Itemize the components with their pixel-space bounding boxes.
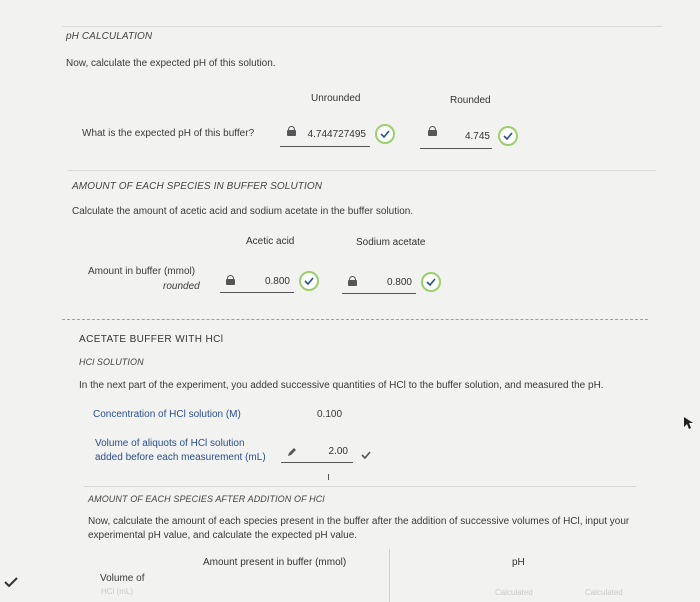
sodium-underline (342, 293, 416, 294)
check-icon (361, 446, 371, 464)
volume-label-2: added before each measurement (mL) (95, 452, 266, 463)
ph-heading: pH CALCULATION (66, 31, 153, 42)
ph-rounded-underline (420, 148, 492, 149)
ph-rounded-input[interactable]: 4.745 (445, 131, 490, 142)
col-ph: pH (512, 557, 525, 568)
lock-icon (428, 126, 437, 136)
ph-question: What is the expected pH of this buffer? (82, 128, 255, 139)
text-cursor (328, 474, 329, 480)
check-circle-icon (375, 124, 395, 144)
hcl-subheading: HCl SOLUTION (79, 357, 144, 367)
amount-row-sublabel: rounded (163, 281, 200, 292)
after-divider (84, 486, 636, 487)
check-circle-icon (421, 272, 441, 292)
pencil-icon[interactable] (287, 444, 297, 462)
after-instruction-2: experimental pH value, and calculate the… (88, 530, 358, 541)
ph-unrounded-underline (280, 146, 370, 147)
volume-label-1: Volume of aliquots of HCl solution (95, 438, 245, 449)
hcl-heading: ACETATE BUFFER WITH HCl (79, 334, 224, 345)
after-instruction-1: Now, calculate the amount of each specie… (88, 516, 630, 527)
check-circle-icon (498, 126, 518, 146)
table-vline (389, 549, 390, 602)
ph-unrounded-input[interactable]: 4.744727495 (300, 129, 366, 140)
col-amount-present: Amount present in buffer (mmol) (203, 557, 347, 568)
volume-row-label: Volume of (100, 573, 145, 584)
amount-row-label: Amount in buffer (mmol) (88, 266, 196, 277)
after-heading: AMOUNT OF EACH SPECIES AFTER ADDITION OF… (88, 494, 325, 504)
acetic-acid-input[interactable]: 0.800 (248, 276, 290, 287)
volume-row-sublabel: HCl (mL) (101, 587, 133, 596)
lock-icon (348, 276, 357, 286)
lock-icon (226, 275, 235, 285)
check-circle-icon (299, 271, 319, 291)
col-rounded: Rounded (450, 95, 491, 106)
ph-divider (68, 170, 656, 171)
lock-icon (287, 126, 296, 136)
check-icon (4, 574, 18, 592)
conc-label: Concentration of HCl solution (M) (93, 409, 241, 420)
calculated-label: Calculated (585, 588, 623, 597)
col-unrounded: Unrounded (311, 93, 361, 104)
conc-value: 0.100 (317, 409, 343, 420)
col-acetic-acid: Acetic acid (246, 236, 295, 247)
mouse-pointer-icon (684, 416, 694, 434)
species-heading: AMOUNT OF EACH SPECIES IN BUFFER SOLUTIO… (72, 181, 323, 192)
species-instruction: Calculate the amount of acetic acid and … (72, 206, 414, 217)
acetic-underline (220, 292, 294, 293)
top-divider (62, 26, 662, 27)
volume-underline (281, 462, 353, 463)
volume-input[interactable]: 2.00 (312, 446, 348, 457)
sodium-acetate-input[interactable]: 0.800 (370, 277, 412, 288)
col-sodium-acetate: Sodium acetate (356, 237, 426, 248)
ph-instruction: Now, calculate the expected pH of this s… (66, 58, 276, 69)
calculated-label: Calculated (495, 588, 533, 597)
hcl-instruction: In the next part of the experiment, you … (79, 380, 604, 391)
section-divider-dashed (62, 319, 648, 320)
